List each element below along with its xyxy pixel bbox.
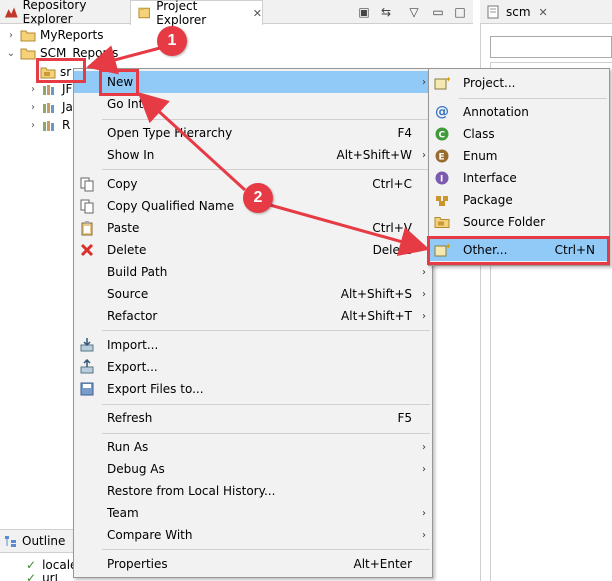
- annotation-arrows: [86, 45, 430, 256]
- arrow-step2-other: [269, 203, 430, 256]
- step-badge-2: 2: [243, 183, 273, 213]
- step-badge-1: 1: [157, 26, 187, 56]
- arrow-step2-new: [137, 91, 247, 192]
- arrow-step1: [86, 45, 161, 75]
